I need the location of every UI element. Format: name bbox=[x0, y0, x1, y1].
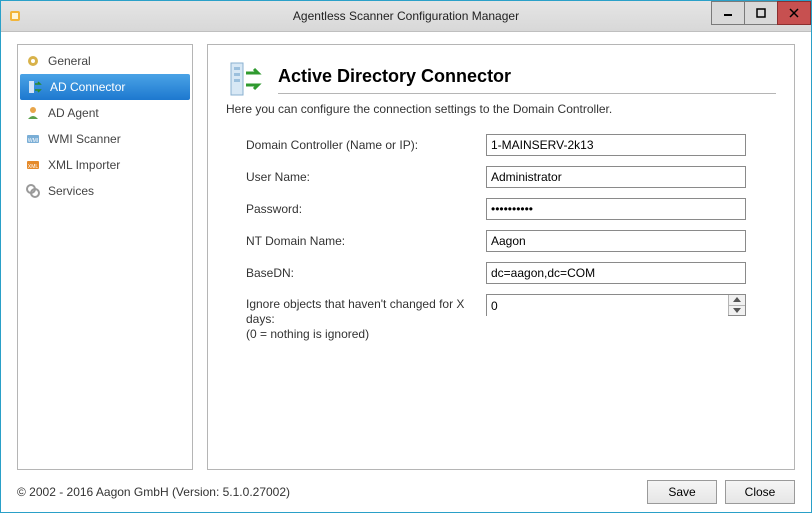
spinner-arrows bbox=[728, 295, 745, 315]
svg-text:XML: XML bbox=[28, 164, 39, 170]
spinner-up[interactable] bbox=[729, 295, 745, 305]
main-panel: Active Directory Connector Here you can … bbox=[207, 44, 795, 470]
sidebar-item-ad-connector[interactable]: AD Connector bbox=[20, 74, 190, 100]
copyright-text: © 2002 - 2016 Aagon GmbH (Version: 5.1.0… bbox=[17, 485, 290, 499]
spinner-down[interactable] bbox=[729, 305, 745, 316]
label-domain-controller: Domain Controller (Name or IP): bbox=[246, 138, 476, 152]
ignore-days-spinner[interactable] bbox=[486, 294, 746, 316]
domain-controller-input[interactable] bbox=[486, 134, 746, 156]
section-header: Active Directory Connector bbox=[226, 59, 776, 102]
save-button[interactable]: Save bbox=[647, 480, 717, 504]
sidebar-item-services[interactable]: Services bbox=[18, 178, 192, 204]
window-title: Agentless Scanner Configuration Manager bbox=[1, 9, 811, 23]
wmi-icon: WMI bbox=[24, 130, 42, 148]
sidebar-item-label: XML Importer bbox=[48, 158, 120, 172]
sidebar-item-wmi-scanner[interactable]: WMI WMI Scanner bbox=[18, 126, 192, 152]
window-controls bbox=[712, 1, 811, 23]
svg-text:WMI: WMI bbox=[28, 138, 38, 144]
label-password: Password: bbox=[246, 202, 476, 216]
ad-connector-icon bbox=[26, 78, 44, 96]
titlebar: Agentless Scanner Configuration Manager bbox=[1, 1, 811, 32]
close-button[interactable]: Close bbox=[725, 480, 795, 504]
user-name-input[interactable] bbox=[486, 166, 746, 188]
sidebar-item-label: Services bbox=[48, 184, 94, 198]
section-title: Active Directory Connector bbox=[278, 66, 776, 87]
sidebar-item-label: AD Agent bbox=[48, 106, 99, 120]
sidebar-item-label: WMI Scanner bbox=[48, 132, 121, 146]
client-area: General AD Connector AD Agent WMI bbox=[1, 32, 811, 512]
label-nt-domain: NT Domain Name: bbox=[246, 234, 476, 248]
xml-icon: XML bbox=[24, 156, 42, 174]
gear-icon bbox=[24, 52, 42, 70]
ad-agent-icon bbox=[24, 104, 42, 122]
sidebar: General AD Connector AD Agent WMI bbox=[17, 44, 193, 470]
section-divider bbox=[278, 93, 776, 94]
ignore-days-input[interactable] bbox=[487, 295, 728, 317]
label-base-dn: BaseDN: bbox=[246, 266, 476, 280]
base-dn-input[interactable] bbox=[486, 262, 746, 284]
sidebar-item-label: AD Connector bbox=[50, 80, 125, 94]
app-window: Agentless Scanner Configuration Manager bbox=[0, 0, 812, 513]
footer: © 2002 - 2016 Aagon GmbH (Version: 5.1.0… bbox=[17, 470, 795, 504]
close-window-button[interactable] bbox=[777, 1, 811, 25]
nt-domain-input[interactable] bbox=[486, 230, 746, 252]
app-icon bbox=[7, 8, 23, 24]
minimize-button[interactable] bbox=[711, 1, 745, 25]
sidebar-item-ad-agent[interactable]: AD Agent bbox=[18, 100, 192, 126]
sidebar-item-general[interactable]: General bbox=[18, 48, 192, 74]
section-description: Here you can configure the connection se… bbox=[226, 102, 776, 116]
services-icon bbox=[24, 182, 42, 200]
label-user-name: User Name: bbox=[246, 170, 476, 184]
sidebar-item-xml-importer[interactable]: XML XML Importer bbox=[18, 152, 192, 178]
sidebar-item-label: General bbox=[48, 54, 91, 68]
form: Domain Controller (Name or IP): User Nam… bbox=[246, 134, 776, 342]
ad-connector-large-icon bbox=[226, 59, 266, 102]
maximize-button[interactable] bbox=[744, 1, 778, 25]
label-ignore-days: Ignore objects that haven't changed for … bbox=[246, 294, 476, 342]
password-input[interactable] bbox=[486, 198, 746, 220]
